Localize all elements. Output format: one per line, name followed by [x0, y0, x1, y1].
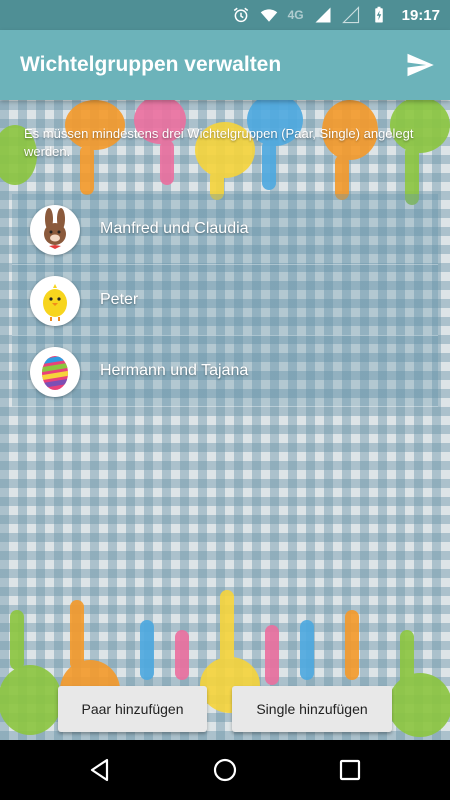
- network-type-label: 4G: [287, 8, 304, 22]
- group-name: Peter: [100, 291, 139, 308]
- wifi-icon: [260, 9, 277, 22]
- group-name: Hermann und Tajana: [100, 362, 249, 379]
- info-text: Es müssen mindestens drei Wichtelgruppen…: [24, 126, 414, 159]
- send-icon[interactable]: [404, 50, 436, 80]
- list-item[interactable]: Peter: [12, 265, 438, 336]
- navigation-bar: [0, 740, 450, 800]
- list-item[interactable]: Hermann und Tajana: [12, 336, 438, 407]
- status-icons: 4G 19:17: [232, 0, 440, 30]
- alarm-icon: [233, 7, 248, 23]
- easter-egg-avatar-icon: [30, 347, 80, 397]
- signal-icon: [315, 7, 331, 23]
- app-bar: Wichtelgruppen verwalten: [0, 30, 450, 100]
- battery-charging-icon: [374, 6, 383, 23]
- page-title: Wichtelgruppen verwalten: [20, 53, 282, 76]
- signal-empty-icon: [341, 6, 359, 24]
- add-pair-button[interactable]: Paar hinzufügen: [58, 686, 207, 732]
- group-list: Manfred und Claudia Peter Hermann und Ta…: [12, 194, 438, 407]
- content-area: Es müssen mindestens drei Wichtelgruppen…: [0, 100, 450, 740]
- group-name: Manfred und Claudia: [100, 220, 249, 237]
- chick-avatar-icon: [30, 276, 80, 326]
- back-icon[interactable]: [85, 755, 115, 785]
- status-bar: 4G 19:17: [0, 0, 450, 30]
- bunny-avatar-icon: [30, 205, 80, 255]
- recent-apps-icon[interactable]: [335, 755, 365, 785]
- clock: 19:17: [401, 6, 440, 24]
- home-icon[interactable]: [210, 755, 240, 785]
- add-single-button[interactable]: Single hinzufügen: [232, 686, 392, 732]
- list-item[interactable]: Manfred und Claudia: [12, 194, 438, 265]
